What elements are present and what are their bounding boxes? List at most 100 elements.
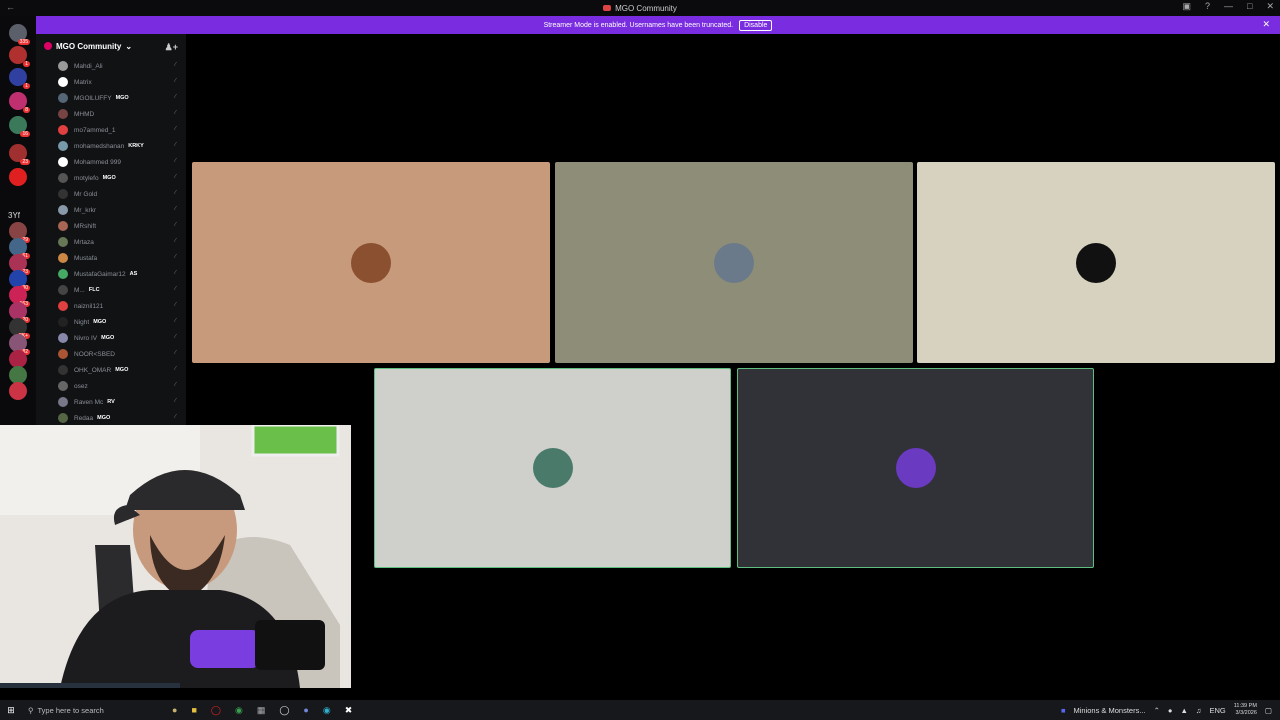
member-row[interactable]: osez ∕ (36, 378, 186, 394)
member-tag: MGO (93, 319, 107, 325)
banner-text: Streamer Mode is enabled. Usernames have… (543, 21, 734, 29)
member-row[interactable]: Mr_krkr ∕ (36, 202, 186, 218)
language-indicator[interactable]: ENG (1210, 706, 1226, 715)
member-row[interactable]: Mustafa ∕ (36, 250, 186, 266)
window-titlebar: ← MGO Community ▣ ? — □ ✕ (0, 0, 1280, 16)
server-icon-1[interactable]: 1 (9, 46, 30, 67)
member-row[interactable]: M... FLC ∕ (36, 282, 186, 298)
member-row[interactable]: Matrix ∕ (36, 74, 186, 90)
windows-start-icon[interactable]: ⊞ (0, 705, 22, 716)
volume-icon[interactable]: ♫ (1196, 706, 1202, 715)
participant-tile[interactable] (192, 162, 550, 363)
server-rail: 3Yf 335118162329612330163203K+82 (0, 16, 36, 426)
back-icon[interactable]: ← (6, 2, 15, 12)
member-avatar (58, 173, 68, 183)
muted-icon: ∕ (174, 302, 178, 308)
member-row[interactable]: MGOlLUFFY MGO ∕ (36, 90, 186, 106)
member-avatar (58, 221, 68, 231)
member-row[interactable]: motylefo MGO ∕ (36, 170, 186, 186)
server-icon-17[interactable] (9, 382, 27, 400)
participant-tile[interactable] (374, 368, 731, 568)
widgets-icon[interactable]: ● (172, 705, 177, 716)
participant-tile[interactable] (737, 368, 1094, 568)
help-icon[interactable]: ? (1205, 1, 1210, 12)
member-row[interactable]: Mrtaza ∕ (36, 234, 186, 250)
participant-tile[interactable] (917, 162, 1275, 363)
muted-icon: ∕ (174, 366, 178, 372)
opera-icon[interactable]: ◯ (211, 705, 221, 716)
media-icon[interactable]: ■ (1061, 706, 1066, 715)
member-avatar (58, 333, 68, 343)
member-row[interactable]: Mr Gold ∕ (36, 186, 186, 202)
tray-overflow-icon[interactable]: ⌃ (1154, 706, 1160, 715)
close-window-icon[interactable]: ✕ (1266, 1, 1274, 12)
member-tag: MGO (97, 415, 111, 421)
member-name: MHMD (74, 110, 95, 118)
member-name: osez (74, 382, 88, 390)
member-avatar (58, 77, 68, 87)
member-tag: AS (129, 271, 138, 277)
unread-badge: 8 (23, 107, 30, 113)
server-rail-text[interactable]: 3Yf (8, 211, 20, 220)
muted-icon: ∕ (174, 126, 178, 132)
member-row[interactable]: Redaa MGO ∕ (36, 410, 186, 426)
member-row[interactable]: Raven Mc RV ∕ (36, 394, 186, 410)
minimize-icon[interactable]: — (1224, 1, 1233, 12)
add-member-icon[interactable]: ♟+ (165, 42, 178, 53)
maximize-icon[interactable]: □ (1247, 1, 1252, 12)
participant-avatar (895, 448, 936, 488)
member-row[interactable]: MHMD ∕ (36, 106, 186, 122)
member-name: MustafaGaimar12 (74, 270, 126, 278)
capcut-icon[interactable]: ✖ (345, 705, 353, 716)
calculator-icon[interactable]: ▦ (257, 705, 266, 716)
member-row[interactable]: mo7ammed_1 ∕ (36, 122, 186, 138)
server-header[interactable]: MGO Community ⌄ ♟+ (36, 34, 186, 58)
member-row[interactable]: mohamedshanan KRKY ∕ (36, 138, 186, 154)
taskbar-search[interactable]: ⚲ Type here to search (22, 702, 162, 718)
edge-icon[interactable]: ◉ (323, 705, 331, 716)
now-playing[interactable]: Minions & Monsters... (1074, 706, 1146, 715)
member-avatar (58, 397, 68, 407)
network-icon[interactable]: ▲ (1180, 706, 1187, 715)
clock[interactable]: 11:39 PM 3/3/2026 (1234, 703, 1257, 717)
muted-icon: ∕ (174, 110, 178, 116)
member-row[interactable]: naiznil121 ∕ (36, 298, 186, 314)
webcam-feed (0, 425, 351, 688)
member-avatar (58, 301, 68, 311)
muted-icon: ∕ (174, 286, 178, 292)
disable-streamer-mode-button[interactable]: Disable (739, 19, 773, 31)
server-icon-2[interactable]: 1 (9, 68, 30, 89)
file-explorer-icon[interactable]: ■ (191, 705, 196, 716)
member-name: Mr Gold (74, 190, 98, 198)
microphone-icon[interactable]: ● (1168, 706, 1173, 715)
notifications-icon[interactable]: ▢ (1265, 706, 1272, 715)
member-tag: MGO (101, 335, 115, 341)
member-name: motylefo (74, 174, 99, 182)
server-icon-4[interactable]: 16 (9, 116, 30, 137)
member-row[interactable]: Mahdi_Ali ∕ (36, 58, 186, 74)
member-name: naiznil121 (74, 302, 104, 310)
member-row[interactable]: Mohammed 999 ∕ (36, 154, 186, 170)
obs-icon[interactable]: ◯ (279, 705, 289, 716)
inbox-icon[interactable]: ▣ (1182, 1, 1191, 12)
muted-icon: ∕ (174, 174, 178, 180)
member-row[interactable]: MustafaGaimar12 AS ∕ (36, 266, 186, 282)
streamer-mode-banner: Streamer Mode is enabled. Usernames have… (36, 16, 1280, 34)
server-icon-5[interactable]: 23 (9, 144, 30, 165)
server-icon-3[interactable]: 8 (9, 92, 30, 113)
discord-icon[interactable]: ● (303, 705, 308, 716)
member-avatar (58, 125, 68, 135)
member-name: M... (74, 286, 85, 294)
server-icon-0[interactable]: 335 (9, 24, 30, 45)
member-row[interactable]: Night MGO ∕ (36, 314, 186, 330)
member-row[interactable]: NOOR<SBED ∕ (36, 346, 186, 362)
member-row[interactable]: Nivro IV MGO ∕ (36, 330, 186, 346)
member-row[interactable]: OHK_OMAR MGO ∕ (36, 362, 186, 378)
chrome-icon[interactable]: ◉ (235, 705, 243, 716)
close-banner-icon[interactable]: ✕ (1262, 19, 1270, 30)
muted-icon: ∕ (174, 334, 178, 340)
muted-icon: ∕ (174, 270, 178, 276)
member-row[interactable]: MRshift ∕ (36, 218, 186, 234)
server-icon-6[interactable] (9, 168, 27, 186)
participant-tile[interactable] (555, 162, 913, 363)
